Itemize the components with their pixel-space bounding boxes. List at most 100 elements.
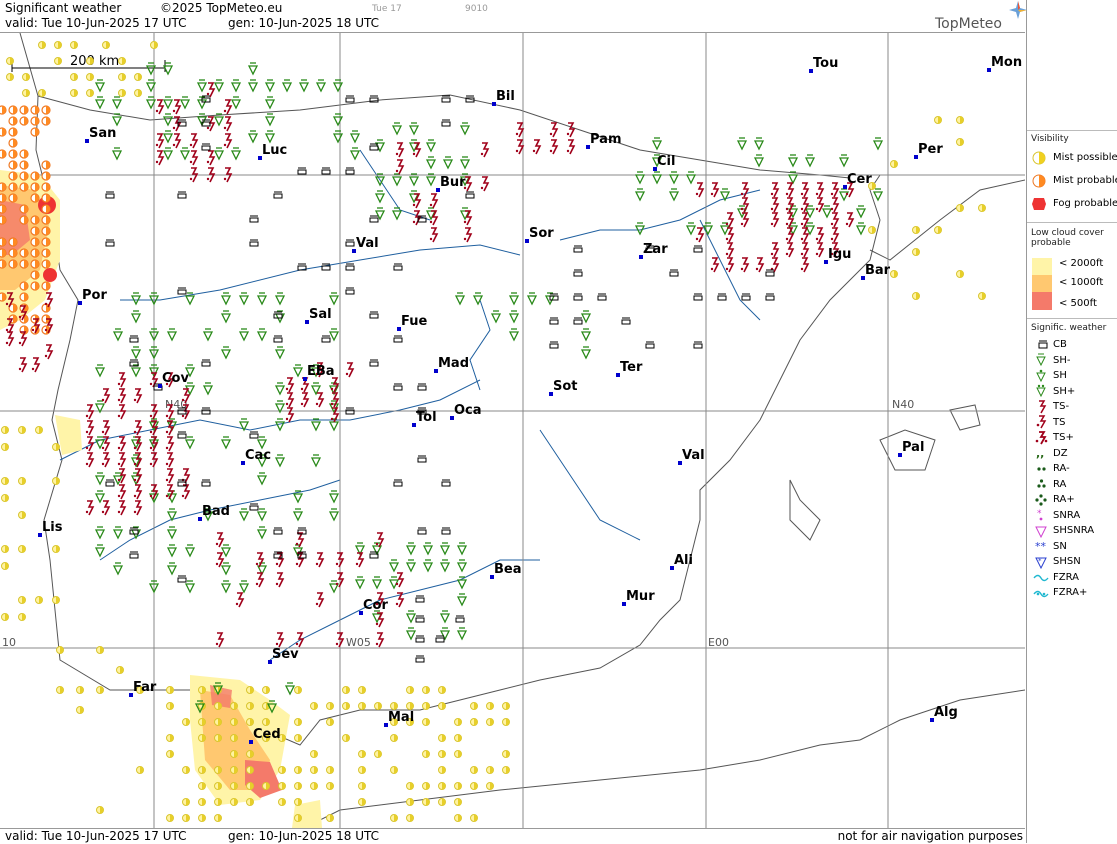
cb-icon	[129, 551, 139, 559]
thunderstorm-icon	[149, 436, 158, 452]
thunderstorm-icon	[374, 532, 384, 548]
cb-icon	[249, 431, 259, 439]
city-cov: Cov	[158, 371, 189, 388]
thunderstorm-icon	[844, 212, 854, 228]
thunderstorm-icon	[85, 452, 94, 468]
mist-possible-icon	[262, 686, 270, 694]
shower-icon	[856, 222, 866, 235]
thunderstorm-icon	[344, 362, 354, 378]
mist-possible-icon	[956, 116, 964, 124]
cb-icon	[1038, 340, 1048, 348]
shower-icon	[197, 79, 207, 92]
city-label: Luc	[262, 143, 287, 158]
shower-icon	[581, 310, 591, 323]
shower-icon	[703, 222, 713, 235]
mist-probable-icon	[0, 237, 7, 247]
shower-icon	[311, 418, 321, 431]
city-label: San	[89, 126, 116, 141]
shower-icon	[275, 310, 285, 323]
grid-label-w10: 10	[2, 636, 16, 649]
thunderstorm-icon	[85, 420, 94, 436]
thunderstorm-icon	[784, 182, 794, 198]
cb-icon	[273, 335, 283, 343]
shower-icon	[167, 562, 177, 575]
cb-icon	[417, 527, 427, 535]
shower-icon	[275, 454, 285, 467]
thunderstorm-icon	[724, 257, 734, 273]
cb-icon	[765, 293, 775, 301]
cb-icon	[417, 455, 427, 463]
shower-icon	[669, 188, 679, 201]
mist-possible-icon	[86, 57, 94, 65]
cb-icon	[415, 655, 425, 663]
thunderstorm-icon	[814, 182, 824, 198]
mist-probable-icon	[30, 116, 40, 126]
shower-icon	[409, 173, 419, 186]
shower-icon	[112, 147, 122, 160]
mist-possible-icon	[422, 718, 430, 726]
shower-icon	[95, 490, 105, 503]
shower-icon	[805, 205, 815, 218]
shower-icon	[389, 559, 399, 572]
shower-icon	[457, 559, 467, 572]
shower-icon	[131, 346, 141, 359]
thunderstorm-icon	[784, 242, 794, 258]
mist-possible-icon	[912, 292, 920, 300]
thunderstorm-icon	[314, 552, 324, 568]
city-label: Bad	[202, 504, 230, 519]
mist-possible-icon	[502, 702, 510, 710]
mist-possible-icon	[1, 443, 9, 451]
rain-heavy-icon	[1035, 493, 1047, 506]
shower-icon	[95, 400, 105, 413]
shower-icon	[1036, 369, 1046, 382]
cb-icon	[693, 341, 703, 349]
thunderstorm-icon	[799, 212, 809, 228]
mist-possible-icon	[470, 766, 478, 774]
thunderstorm-icon	[299, 392, 309, 408]
mist-possible-icon	[136, 766, 144, 774]
mist-possible-icon	[182, 766, 190, 774]
mist-possible-icon	[422, 686, 430, 694]
legend-item-fzra-: FZRA+	[1031, 585, 1087, 600]
thunderstorm-icon	[354, 552, 364, 568]
mist-possible-icon	[198, 718, 206, 726]
shower-icon	[375, 190, 385, 203]
mist-possible-icon	[102, 41, 110, 49]
thunderstorm-icon	[215, 532, 224, 548]
mist-possible-icon	[182, 718, 190, 726]
city-tou: Tou	[809, 56, 838, 73]
city-label: Cov	[162, 371, 189, 386]
cb-icon	[201, 143, 211, 151]
cb-icon	[741, 293, 751, 301]
shower-icon	[457, 593, 467, 606]
shower-icon	[426, 139, 436, 152]
cb-icon	[105, 239, 115, 247]
cb-icon	[105, 479, 115, 487]
freezing-rain-icon	[1033, 574, 1049, 582]
city-label: Sal	[309, 307, 332, 322]
cb-icon	[549, 317, 559, 325]
mist-probable-icon	[41, 237, 51, 247]
shower-icon	[131, 292, 141, 305]
copyright: ©2025 TopMeteo.eu	[160, 1, 283, 15]
mist-probable-icon	[19, 182, 29, 192]
mist-possible-icon	[454, 734, 462, 742]
mist-possible-icon	[1032, 151, 1046, 164]
shower-icon	[112, 96, 122, 109]
shower-icon	[392, 173, 402, 186]
mist-possible-icon	[438, 750, 446, 758]
city-label: Per	[918, 142, 943, 157]
mist-possible-icon	[70, 73, 78, 81]
thunderstorm-icon	[274, 632, 284, 648]
mist-possible-icon	[486, 702, 494, 710]
thunderstorm-icon	[85, 500, 94, 516]
shower-icon	[873, 137, 883, 150]
mist-possible-icon	[96, 646, 104, 654]
mist-possible-icon	[150, 41, 158, 49]
mist-possible-icon	[214, 766, 222, 774]
mist-probable-icon	[41, 171, 51, 181]
thunderstorm-icon	[133, 484, 142, 500]
mist-possible-icon	[246, 798, 254, 806]
city-label: Mal	[388, 710, 414, 725]
weather-map[interactable]: N40 N40 W05 E00 10 200 km San Luc Bil Pam Ci…	[0, 33, 1025, 828]
